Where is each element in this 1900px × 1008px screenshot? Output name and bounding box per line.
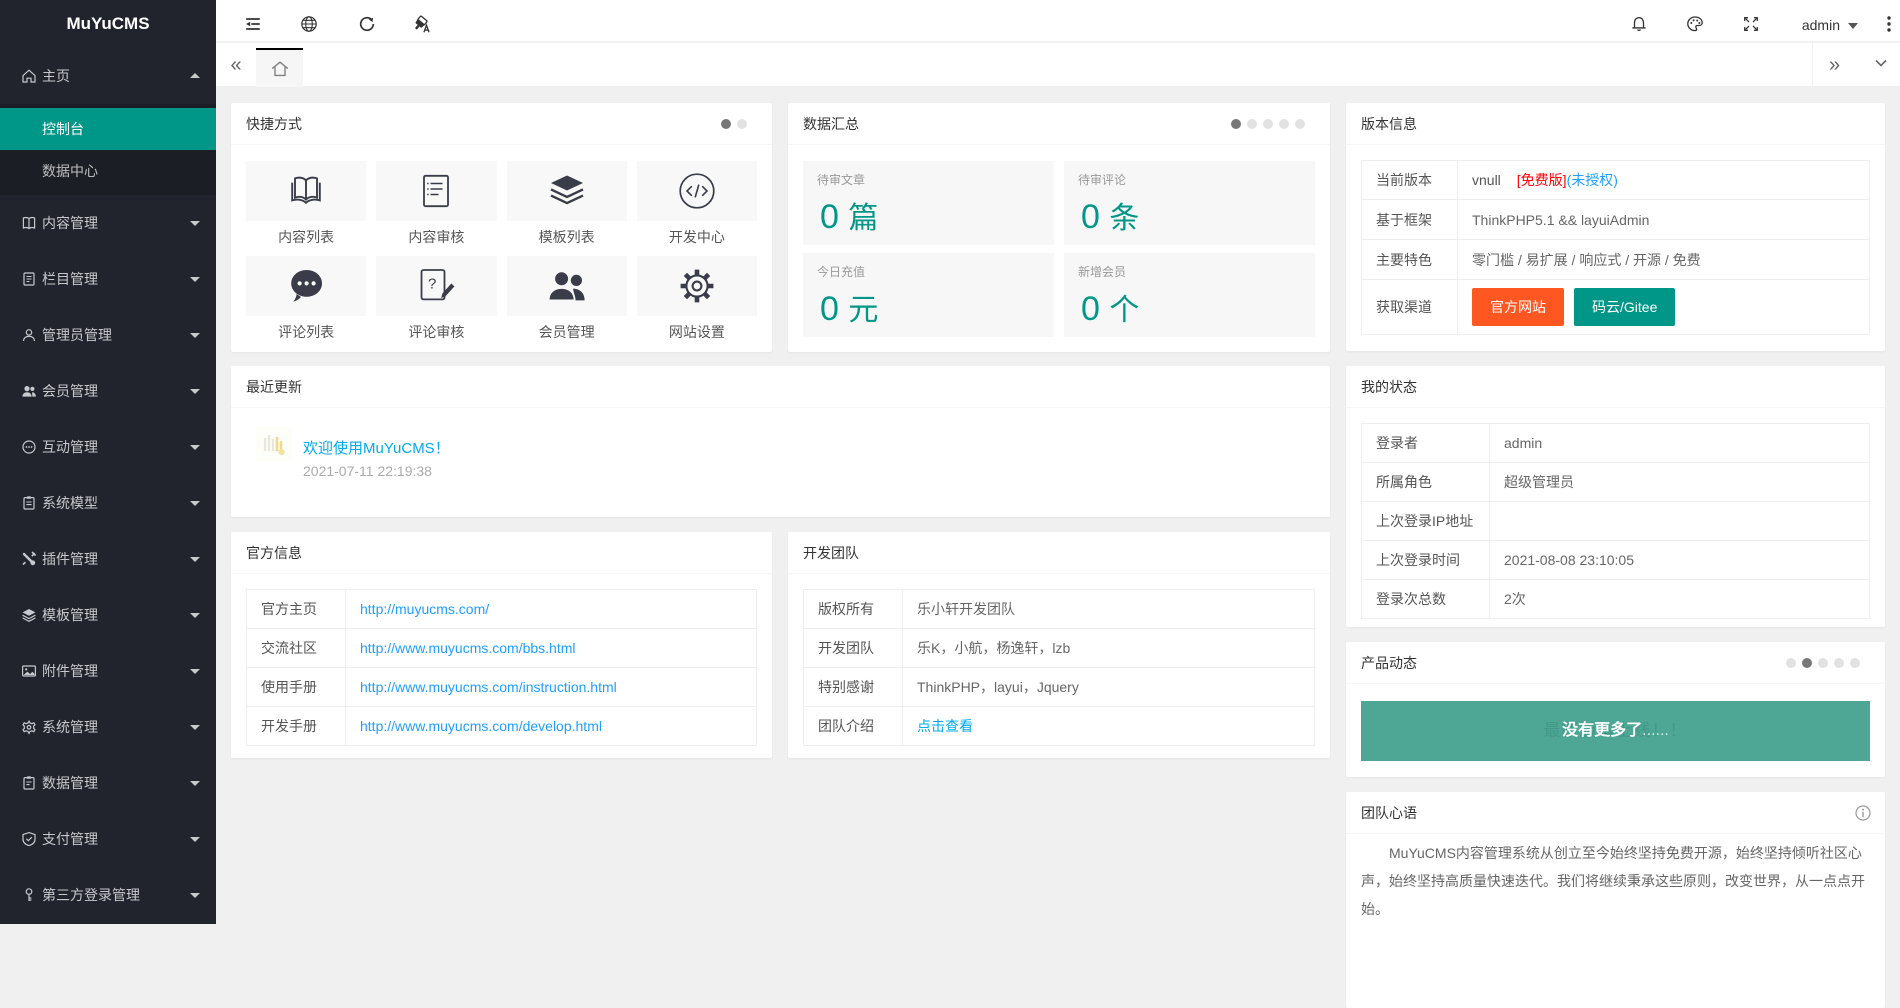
svg-text:?: ? <box>428 276 436 293</box>
